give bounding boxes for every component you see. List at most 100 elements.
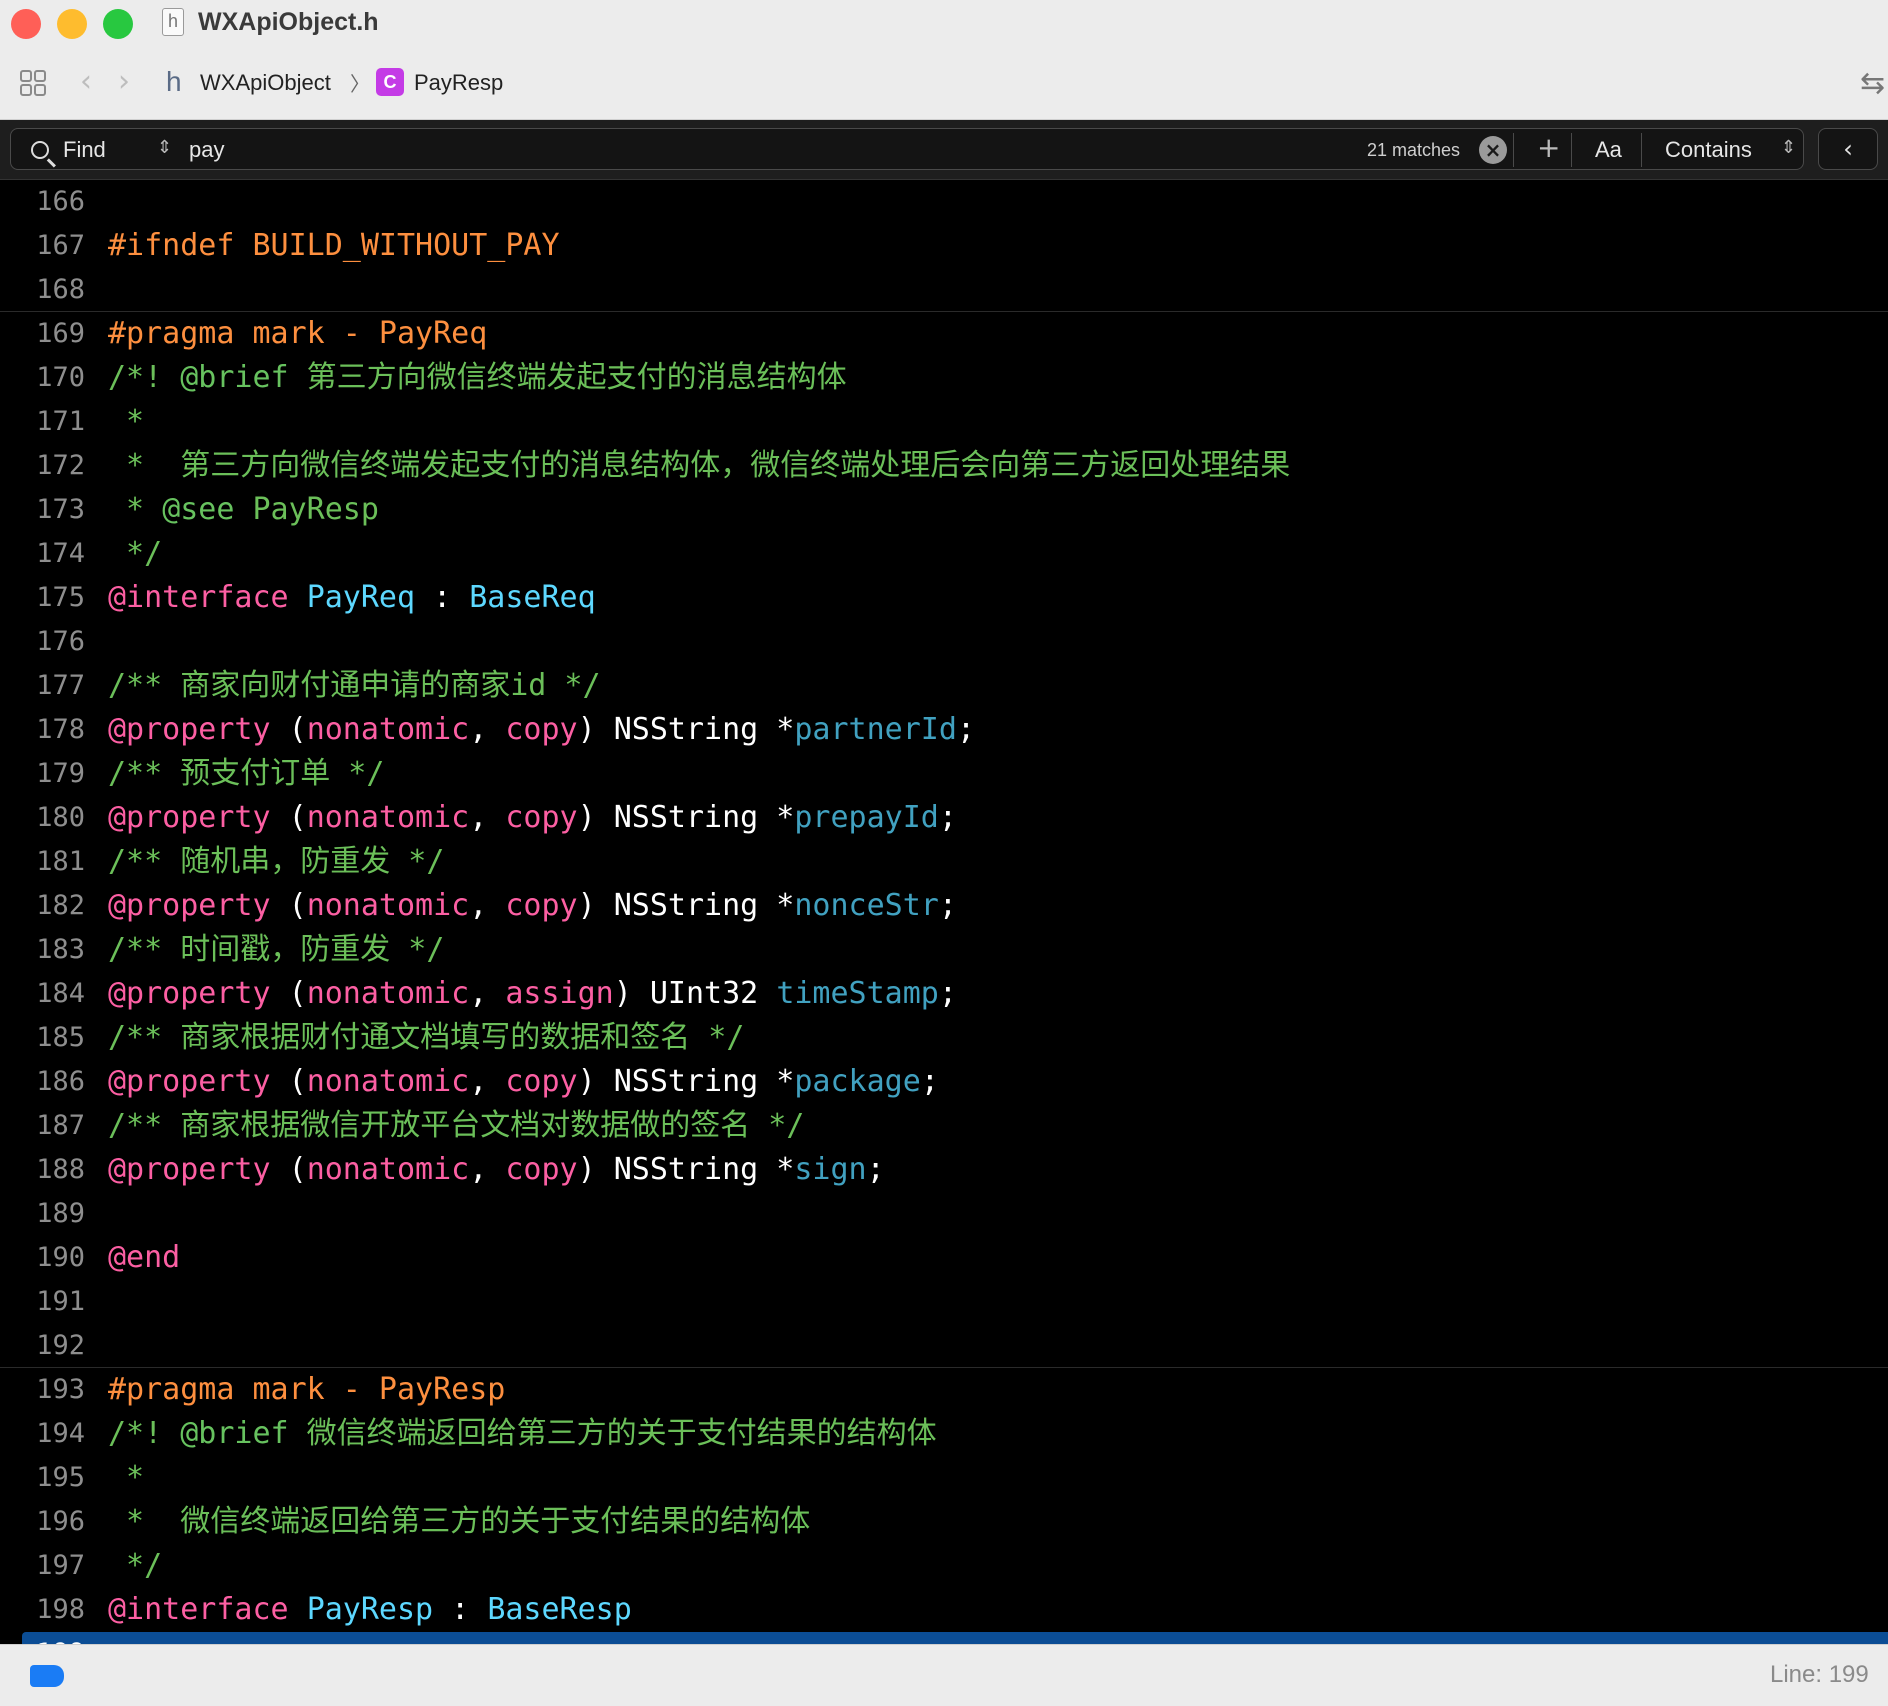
code-token: ( <box>270 976 307 1011</box>
plus-icon[interactable]: + <box>1537 131 1560 164</box>
code-token: ( <box>270 712 307 747</box>
code-line[interactable]: 186 @property (nonatomic, copy) NSString … <box>0 1060 1888 1104</box>
line-number: 184 <box>36 978 85 1009</box>
line-text: @property (nonatomic, copy) NSString *pa… <box>108 708 975 752</box>
breadcrumb-class[interactable]: PayResp <box>414 70 503 96</box>
code-token: ; <box>938 800 957 835</box>
line-text: #pragma mark - PayReq <box>108 312 487 356</box>
line-number: 177 <box>36 670 85 701</box>
chevron-left-icon: ‹ <box>1843 135 1853 163</box>
code-line[interactable]: 176 <box>0 620 1888 664</box>
chevron-left-icon[interactable]: ‹ <box>80 64 92 99</box>
breadcrumb-file[interactable]: WXApiObject <box>200 70 331 96</box>
code-line[interactable]: 172 * 第三方向微信终端发起支付的消息结构体，微信终端处理后会向第三方返回处… <box>0 444 1888 488</box>
code-token: @property <box>108 976 271 1011</box>
line-number: 174 <box>36 538 85 569</box>
line-indicator: Line: 199 <box>1770 1661 1869 1688</box>
code-line[interactable]: 197 */ <box>0 1544 1888 1588</box>
code-line[interactable]: 187 /** 商家根据微信开放平台文档对数据做的签名 */ <box>0 1104 1888 1148</box>
code-line[interactable]: 194 /*! @brief 微信终端返回给第三方的关于支付结果的结构体 <box>0 1412 1888 1456</box>
code-token: 微信终端返回给第三方的关于支付结果的结构体 <box>288 1416 937 1451</box>
minimize-window-button[interactable] <box>57 9 87 39</box>
code-editor[interactable]: 166 167 #ifndef BUILD_WITHOUT_PAY 168 169 #pr… <box>0 180 1888 1644</box>
code-line[interactable]: 166 <box>0 180 1888 224</box>
code-token: copy <box>505 1064 578 1099</box>
chevron-right-icon[interactable]: › <box>118 64 130 99</box>
code-line[interactable]: 190 @end <box>0 1236 1888 1280</box>
code-line[interactable]: 168 <box>0 268 1888 312</box>
line-number: 192 <box>36 1330 85 1361</box>
code-token: @interface <box>108 580 289 615</box>
code-token: nonatomic <box>306 712 470 747</box>
clear-icon[interactable]: × <box>1479 136 1507 164</box>
code-line[interactable]: 183 /** 时间戳，防重发 */ <box>0 928 1888 972</box>
up-down-chevron-icon[interactable]: ⇕ <box>157 137 172 158</box>
code-line[interactable]: 174 */ <box>0 532 1888 576</box>
code-token: ( <box>270 888 307 923</box>
code-token: * 微信终端返回给第三方的关于支付结果的结构体 <box>108 1504 811 1539</box>
code-line[interactable]: 167 #ifndef BUILD_WITHOUT_PAY <box>0 224 1888 268</box>
code-token: /** 时间戳，防重发 */ <box>108 932 445 967</box>
code-token: /*! <box>108 1416 181 1451</box>
code-line[interactable]: 184 @property (nonatomic, assign) UInt32 … <box>0 972 1888 1016</box>
code-line[interactable]: 185 /** 商家根据财付通文档填写的数据和签名 */ <box>0 1016 1888 1060</box>
code-token: BaseReq <box>469 580 596 615</box>
match-case-button[interactable]: Aa <box>1595 137 1622 163</box>
up-down-chevron-icon[interactable]: ⇕ <box>1781 137 1796 158</box>
code-token: ) NSString * <box>577 1064 795 1099</box>
header-file-icon: h <box>162 8 184 36</box>
find-field[interactable]: Find ⇕ pay 21 matches × + Aa Contains ⇕ <box>10 128 1804 170</box>
code-token: #ifndef BUILD_WITHOUT_PAY <box>108 228 560 263</box>
code-token: , <box>469 1064 506 1099</box>
close-window-button[interactable] <box>11 9 41 39</box>
code-line[interactable]: 169 #pragma mark - PayReq <box>0 312 1888 356</box>
code-token: assign <box>505 976 614 1011</box>
grid-icon[interactable] <box>20 70 46 96</box>
match-count: 21 matches <box>1367 140 1461 160</box>
code-token: ( <box>270 1064 307 1099</box>
code-token: , <box>469 712 506 747</box>
line-number: 175 <box>36 582 85 613</box>
line-text: * <box>108 1456 144 1500</box>
line-text: /** 商家向财付通申请的商家id */ <box>108 664 601 708</box>
previous-match-button[interactable]: ‹ <box>1818 128 1878 170</box>
line-number: 167 <box>36 230 85 261</box>
code-line[interactable]: 177 /** 商家向财付通申请的商家id */ <box>0 664 1888 708</box>
code-line[interactable]: 170 /*! @brief 第三方向微信终端发起支付的消息结构体 <box>0 356 1888 400</box>
code-line[interactable]: 196 * 微信终端返回给第三方的关于支付结果的结构体 <box>0 1500 1888 1544</box>
code-line[interactable]: 180 @property (nonatomic, copy) NSString … <box>0 796 1888 840</box>
code-line[interactable]: 173 * @see PayResp <box>0 488 1888 532</box>
code-line[interactable]: 189 <box>0 1192 1888 1236</box>
match-type-select[interactable]: Contains <box>1665 137 1752 163</box>
find-query-input[interactable]: pay <box>189 137 224 163</box>
line-number: 179 <box>36 758 85 789</box>
code-line[interactable]: 181 /** 随机串，防重发 */ <box>0 840 1888 884</box>
code-line[interactable]: 179 /** 预支付订单 */ <box>0 752 1888 796</box>
code-line-current[interactable]: 199 <box>0 1632 1888 1644</box>
breadcrumb-separator: 〉 <box>350 72 370 96</box>
line-number: 188 <box>36 1154 85 1185</box>
code-token: package <box>794 1064 921 1099</box>
code-line[interactable]: 178 @property (nonatomic, copy) NSString … <box>0 708 1888 752</box>
code-line[interactable]: 198 @interface PayResp : BaseResp <box>0 1588 1888 1632</box>
tag-icon[interactable] <box>30 1665 64 1687</box>
line-number: 191 <box>36 1286 85 1317</box>
line-text: #pragma mark - PayResp <box>108 1368 505 1412</box>
find-mode-select[interactable]: Find <box>63 137 106 163</box>
code-line[interactable]: 182 @property (nonatomic, copy) NSString … <box>0 884 1888 928</box>
code-line[interactable]: 188 @property (nonatomic, copy) NSString … <box>0 1148 1888 1192</box>
code-line[interactable]: 195 * <box>0 1456 1888 1500</box>
code-token: PayResp <box>306 1592 434 1627</box>
zoom-window-button[interactable] <box>103 9 133 39</box>
find-bar: Find ⇕ pay 21 matches × + Aa Contains ⇕ … <box>0 120 1888 180</box>
code-line[interactable]: 192 <box>0 1324 1888 1368</box>
code-token: @property <box>108 888 271 923</box>
code-line[interactable]: 171 * <box>0 400 1888 444</box>
code-line[interactable]: 191 <box>0 1280 1888 1324</box>
code-line[interactable]: 193 #pragma mark - PayResp <box>0 1368 1888 1412</box>
line-text: * @see PayResp <box>108 488 379 532</box>
swap-icon[interactable]: ⇆ <box>1860 66 1885 101</box>
code-line[interactable]: 175 @interface PayReq : BaseReq <box>0 576 1888 620</box>
code-token: #pragma mark - PayReq <box>108 316 488 351</box>
